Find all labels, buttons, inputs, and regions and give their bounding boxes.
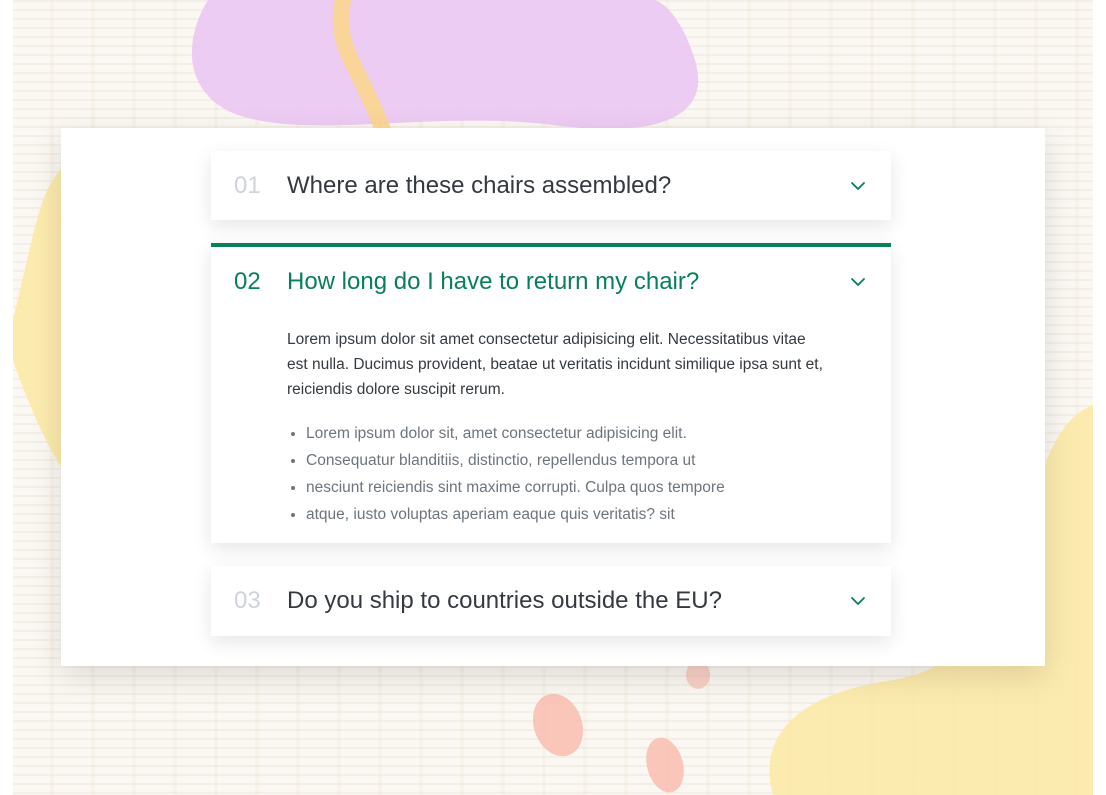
- salmon-drop-1: [532, 693, 584, 757]
- yellow-blob-left: [13, 168, 63, 470]
- faq-answer-text: Lorem ipsum dolor sit amet consectetur a…: [287, 331, 823, 398]
- faq-answer: Lorem ipsum dolor sit amet consectetur a…: [287, 327, 827, 528]
- chevron-down-icon[interactable]: [849, 177, 867, 195]
- chevron-down-icon[interactable]: [849, 273, 867, 291]
- faq-question-header[interactable]: 02 How long do I have to return my chair…: [211, 247, 891, 317]
- faq-question: Do you ship to countries outside the EU?: [287, 587, 722, 614]
- faq-number: 01: [234, 172, 261, 199]
- faq-card: 01 Where are these chairs assembled? 02 …: [61, 128, 1045, 666]
- chevron-down-icon[interactable]: [849, 592, 867, 610]
- faq-question: Where are these chairs assembled?: [287, 172, 672, 199]
- faq-item-3[interactable]: 03 Do you ship to countries outside the …: [211, 566, 891, 636]
- faq-number: 02: [234, 268, 261, 295]
- faq-item-1[interactable]: 01 Where are these chairs assembled?: [211, 151, 891, 220]
- faq-question-header[interactable]: 03 Do you ship to countries outside the …: [211, 566, 891, 636]
- purple-blob: [191, 0, 699, 129]
- list-item: nesciunt reiciendis sint maxime corrupti…: [287, 474, 827, 501]
- faq-answer-list: Lorem ipsum dolor sit, amet consectetur …: [287, 420, 827, 528]
- faq-question: How long do I have to return my chair?: [287, 268, 700, 295]
- faq-number: 03: [234, 587, 261, 614]
- faq-question-header[interactable]: 01 Where are these chairs assembled?: [211, 151, 891, 221]
- list-item: Consequatur blanditiis, distinctio, repe…: [287, 447, 827, 474]
- salmon-drop-2: [646, 737, 684, 793]
- list-item: atque, iusto voluptas aperiam eaque quis…: [287, 501, 827, 528]
- list-item: Lorem ipsum dolor sit, amet consectetur …: [287, 420, 827, 447]
- faq-item-2[interactable]: 02 How long do I have to return my chair…: [211, 243, 891, 543]
